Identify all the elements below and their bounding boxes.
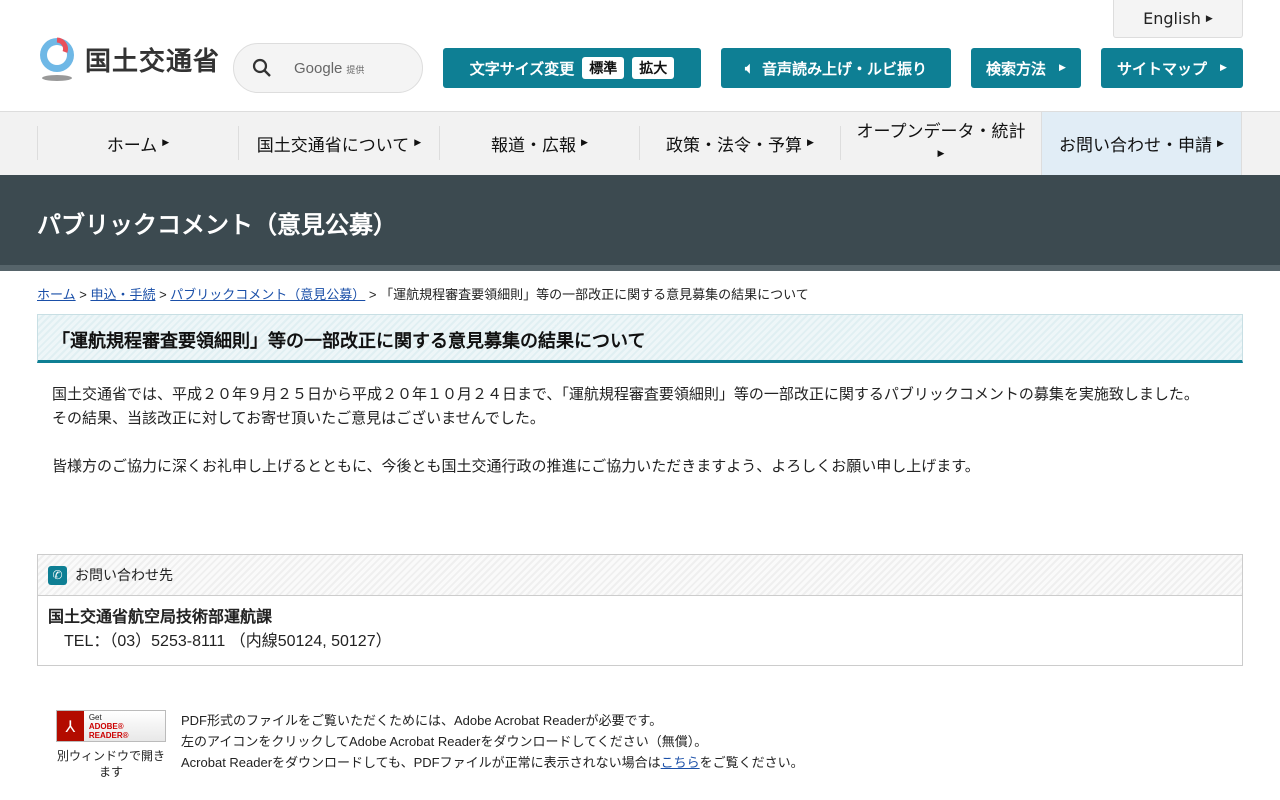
body-paragraph: 皆様方のご協力に深くお礼申し上げるとともに、今後とも国土交通行政の推進にご協力い… [37, 457, 980, 475]
speech-button[interactable]: 🔈︎ 音声読み上げ・ルビ振り [721, 48, 951, 88]
contact-tel: TEL：（03）5253-8111 （内線50124, 50127） [48, 633, 392, 650]
font-standard-button[interactable]: 標準 [582, 57, 625, 79]
font-size-label: 文字サイズ変更 [469, 59, 575, 78]
font-large-button[interactable]: 拡大 [632, 57, 675, 79]
font-size-control: 文字サイズ変更 標準 拡大 [443, 48, 701, 88]
pdf-line: 左のアイコンをクリックしてAdobe Acrobat Readerをダウンロード… [181, 734, 708, 749]
site-logo[interactable]: 国土交通省 [37, 36, 220, 82]
pdf-line: Acrobat Readerをダウンロードしても、PDFファイルが正常に表示され… [181, 755, 661, 770]
search-icon [252, 58, 271, 77]
page-banner: パブリックコメント（意見公募） [0, 175, 1280, 271]
phone-icon: ✆ [48, 565, 67, 585]
nav-opendata[interactable]: オープンデータ・統計 ▶ [840, 122, 1041, 160]
nav-press[interactable]: 報道・広報 ▶ [439, 126, 639, 160]
page-title: 「運航規程審査要領細則」等の一部改正に関する意見募集の結果について [37, 314, 1243, 363]
body-paragraph: 国土交通省では、平成２０年９月２５日から平成２０年１０月２４日まで、「運航規程審… [37, 385, 1199, 403]
adobe-reader-badge[interactable]: ⅄ Get ADOBE® READER® [56, 710, 166, 742]
search-box[interactable]: Google 提供 [233, 43, 423, 93]
breadcrumb: ホーム > 申込・手続 > パブリックコメント（意見公募） > 「運航規程審査要… [37, 287, 809, 302]
pdf-help-link[interactable]: こちら [661, 755, 700, 770]
sitemap-button[interactable]: サイトマップ ▶ [1101, 48, 1243, 88]
mlit-logo-icon [37, 36, 77, 82]
nav-about[interactable]: 国土交通省について ▶ [238, 126, 439, 160]
nav-contact[interactable]: お問い合わせ・申請 ▶ [1041, 112, 1242, 175]
speaker-icon: 🔈︎ [744, 59, 754, 77]
contact-heading: お問い合わせ先 [75, 568, 173, 584]
adobe-reader-download[interactable]: ⅄ Get ADOBE® READER® 別ウィンドウで開きます [56, 710, 166, 780]
search-placeholder: Google 提供 [294, 59, 365, 77]
banner-title: パブリックコメント（意見公募） [37, 211, 397, 239]
adobe-pdf-icon: ⅄ [57, 711, 84, 741]
triangle-right-icon: ▶ [1059, 63, 1066, 73]
breadcrumb-pubcom[interactable]: パブリックコメント（意見公募） [170, 287, 365, 302]
body-paragraph: その結果、当該改正に対してお寄せ頂いたご意見はございませんでした。 [37, 409, 545, 427]
nav-home[interactable]: ホーム ▶ [37, 126, 238, 160]
breadcrumb-apply[interactable]: 申込・手続 [90, 287, 155, 302]
pdf-line: をご覧ください。 [699, 755, 804, 770]
breadcrumb-home[interactable]: ホーム [37, 287, 76, 302]
english-link[interactable]: English ▶ [1113, 0, 1243, 38]
global-nav: ホーム ▶ 国土交通省について ▶ 報道・広報 ▶ 政策・法令・予算 ▶ オープンデータ… [0, 111, 1280, 175]
contact-box: ✆ お問い合わせ先 国土交通省航空局技術部運航課 TEL：（03）5253-811… [37, 554, 1243, 666]
logo-text: 国土交通省 [85, 46, 221, 77]
triangle-right-icon: ▶ [1220, 63, 1227, 73]
nav-policy[interactable]: 政策・法令・予算 ▶ [639, 126, 840, 160]
contact-org: 国土交通省航空局技術部運航課 [48, 609, 273, 626]
pdf-notice: PDF形式のファイルをご覧いただくためには、Adobe Acrobat Read… [181, 710, 804, 773]
article-body: 国土交通省では、平成２０年９月２５日から平成２０年１０月２４日まで、「運航規程審… [37, 382, 1243, 478]
new-window-caption: 別ウィンドウで開きます [56, 749, 165, 779]
search-method-button[interactable]: 検索方法 ▶ [971, 48, 1081, 88]
triangle-right-icon: ▶ [1205, 13, 1213, 24]
breadcrumb-current: 「運航規程審査要領細則」等の一部改正に関する意見募集の結果について [380, 287, 809, 302]
badge-get: Get [88, 712, 102, 722]
badge-name: ADOBE® READER® [88, 721, 129, 740]
pdf-line: PDF形式のファイルをご覧いただくためには、Adobe Acrobat Read… [181, 713, 663, 728]
